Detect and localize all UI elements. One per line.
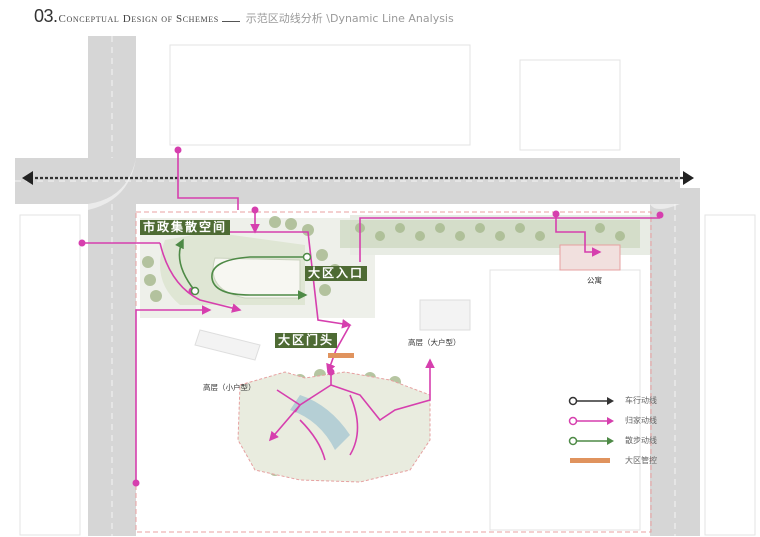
label-main-entrance: 大区入口 (305, 266, 368, 281)
magenta-circle-arrow-icon (568, 416, 614, 426)
gate-control-bar (328, 353, 354, 358)
legend-item-homecoming: 归家动线 (568, 412, 718, 432)
green-circle-arrow-icon (568, 436, 614, 446)
legend-label-homecoming: 归家动线 (625, 416, 657, 425)
orange-bar-icon (570, 458, 610, 463)
label-high-rise-small: 高层（小户型） (203, 383, 256, 392)
label-municipal-space: 市政集散空间 (140, 220, 231, 235)
legend-item-vehicle: 车行动线 (568, 392, 718, 412)
legend-item-control: 大区管控 (568, 452, 718, 472)
legend-label-walk: 散步动线 (625, 436, 657, 445)
label-high-rise-large: 高层（大户型） (408, 338, 461, 347)
legend-item-walk: 散步动线 (568, 432, 718, 452)
legend: 车行动线 归家动线 散步动线 大区管控 (568, 392, 718, 472)
label-apartment: 公寓 (587, 276, 602, 285)
legend-label-vehicle: 车行动线 (625, 396, 657, 405)
legend-label-control: 大区管控 (625, 456, 657, 465)
site-parcel (135, 211, 652, 533)
dark-circle-arrow-icon (568, 396, 614, 406)
label-gate: 大区门头 (275, 333, 338, 348)
